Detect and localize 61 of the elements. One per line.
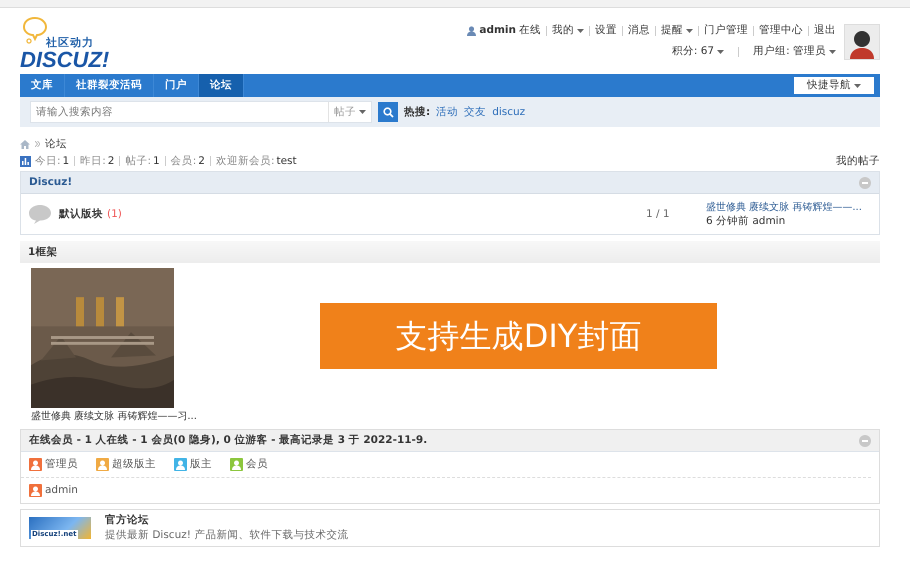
stat-label: 会员:: [170, 154, 196, 168]
promo-banner: 支持生成DIY封面: [320, 303, 717, 369]
user-menu-link[interactable]: 消息: [628, 24, 650, 37]
online-summary: 在线会员 - 1 人在线 - 1 会员(0 隐身), 0 位游客 - 最高记录是 3 于 2022-11-9.: [29, 434, 428, 447]
username-link[interactable]: admin: [479, 24, 516, 37]
user-menu-link[interactable]: 退出: [814, 24, 836, 37]
category-title[interactable]: Discuz!: [29, 176, 72, 189]
nav-tab[interactable]: 论坛: [199, 74, 244, 97]
hot-search-link[interactable]: discuz: [492, 106, 526, 118]
forum-name-link[interactable]: 默认版块: [59, 208, 103, 220]
legend-label: 管理员: [45, 458, 78, 471]
search-icon: [382, 106, 394, 118]
avatar[interactable]: [844, 24, 880, 60]
forum-count: (1): [107, 208, 122, 220]
stat-label: 欢迎新会员:: [216, 154, 274, 168]
stat-value: 2: [198, 154, 205, 168]
user-menu-link[interactable]: 门户管理: [704, 24, 748, 37]
member-name-link[interactable]: admin: [45, 484, 78, 497]
legend-label: 版主: [190, 458, 212, 471]
stat-value: 1: [62, 154, 70, 168]
user-group-link[interactable]: 用户组: 管理员: [753, 45, 836, 58]
user-menu-link[interactable]: 我的: [552, 24, 584, 37]
forum-stats: 1 / 1: [646, 208, 671, 220]
logo-tagline: 社区动力: [46, 36, 95, 49]
user-menu-link[interactable]: 提醒: [661, 24, 693, 37]
online-status: 在线: [519, 24, 541, 37]
user-icon: [467, 26, 476, 36]
link-title[interactable]: 官方论坛: [105, 514, 348, 527]
stat-label: 帖子:: [125, 154, 152, 168]
link-description: 提供最新 Discuz! 产品新闻、软件下载与技术交流: [105, 529, 348, 542]
caret-icon: [686, 28, 693, 32]
caret-icon: [717, 50, 724, 54]
last-post-meta: 6 分钟前 admin: [706, 214, 786, 228]
caret-icon: [829, 50, 836, 54]
stat-value: 1: [153, 154, 160, 168]
legend-label: 超级版主: [112, 458, 156, 471]
stat-label: 今日:: [35, 154, 61, 168]
picture-caption[interactable]: 盛世修典 赓续文脉 再铸辉煌——习...: [31, 410, 197, 423]
caret-icon: [359, 110, 366, 114]
stat-value[interactable]: test: [276, 154, 297, 168]
user-menu-link[interactable]: 管理中心: [759, 24, 803, 37]
credits-link[interactable]: 积分: 67: [672, 45, 724, 58]
hot-search-label: 热搜:: [404, 106, 430, 118]
stat-label: 昨日:: [80, 154, 106, 168]
frame-title: 1框架: [20, 241, 880, 263]
hot-search-link[interactable]: 交友: [464, 106, 486, 118]
my-posts-link[interactable]: 我的帖子: [836, 154, 880, 168]
last-post-link[interactable]: 盛世修典 赓续文脉 再铸辉煌——...: [706, 200, 871, 214]
stat-value: 2: [108, 154, 114, 168]
caret-icon: [577, 28, 584, 32]
legend-label: 会员: [246, 458, 268, 471]
caret-icon: [854, 84, 861, 88]
hot-search-link[interactable]: 活动: [436, 106, 458, 118]
user-menu-link[interactable]: 设置: [595, 24, 617, 37]
forum-bubble-icon: [29, 204, 51, 224]
search-button[interactable]: [378, 102, 398, 122]
chevron-icon: [35, 141, 40, 147]
chart-icon: [20, 156, 31, 166]
quick-nav-button[interactable]: 快捷导航: [794, 77, 874, 94]
logo-wordmark[interactable]: DISCUZ!: [20, 49, 120, 71]
breadcrumb-link[interactable]: 论坛: [45, 138, 67, 150]
